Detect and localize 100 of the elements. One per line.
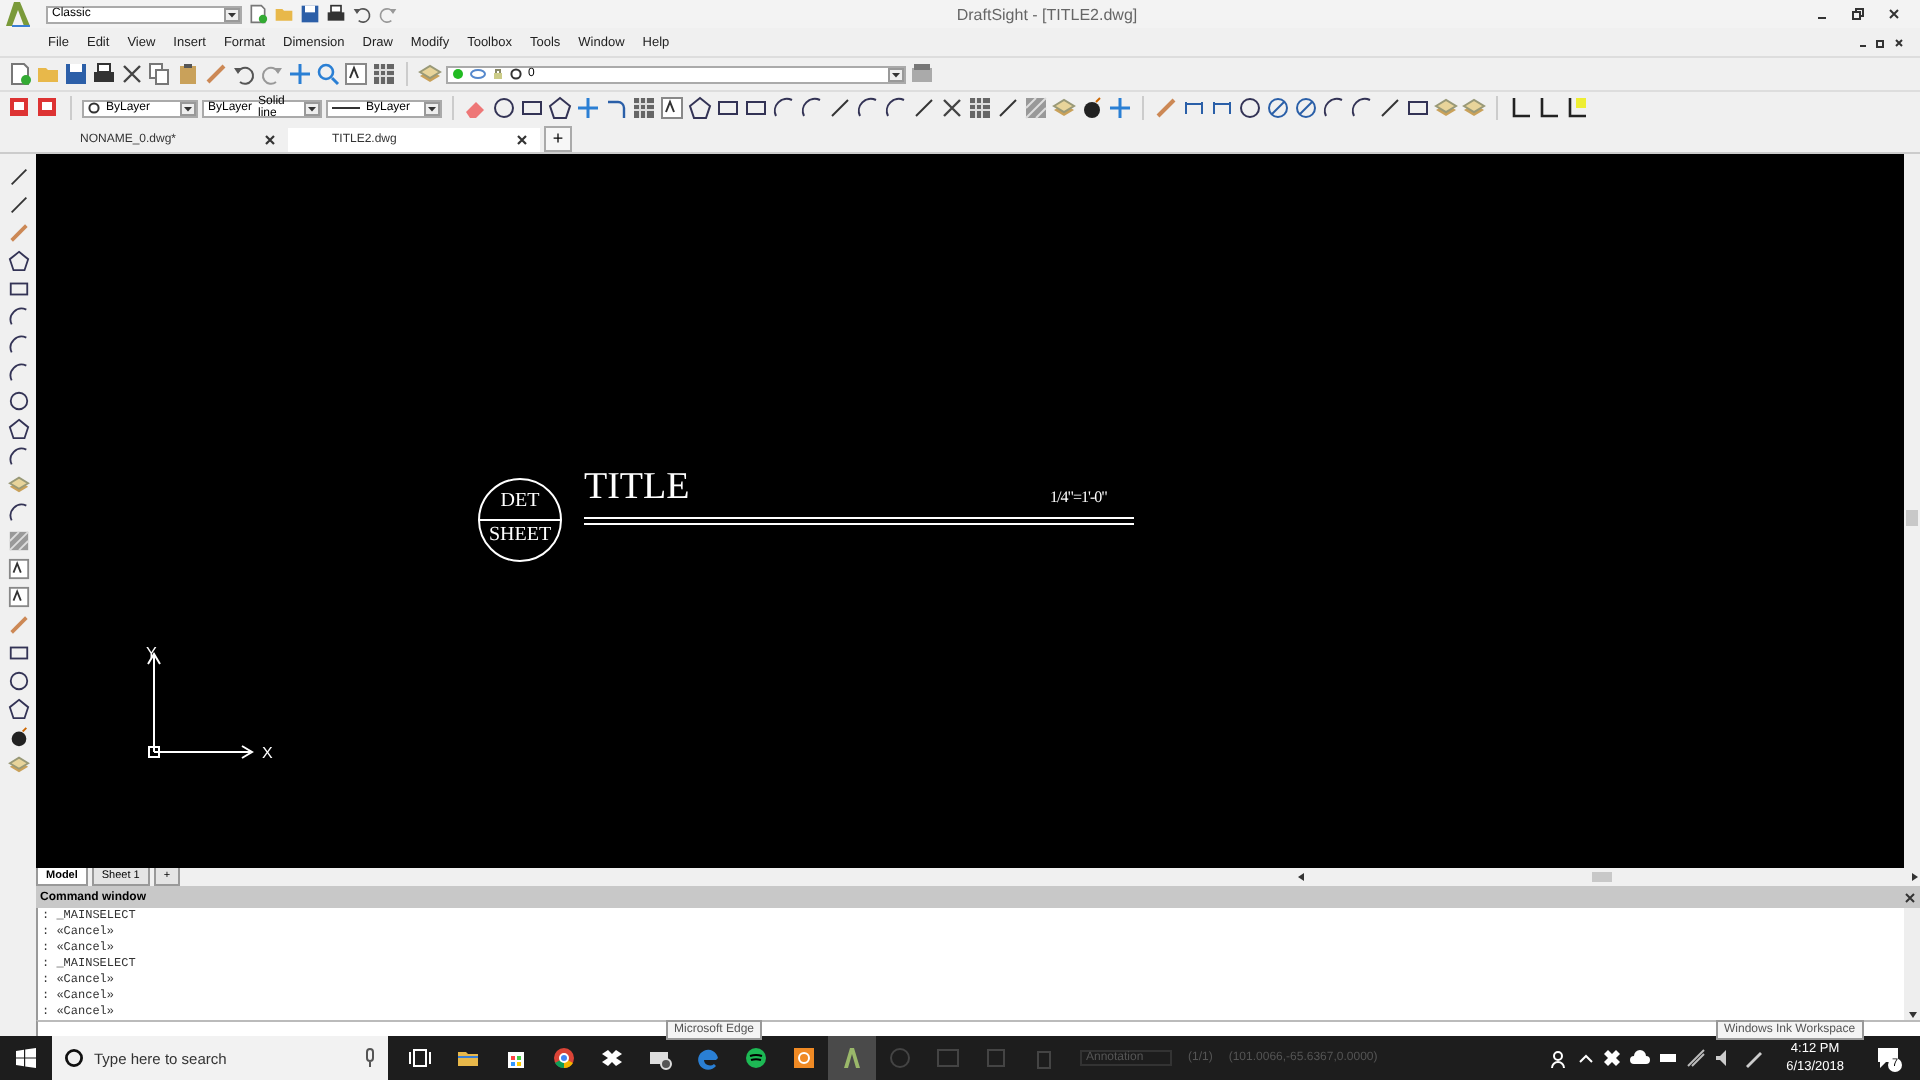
- grid-icon[interactable]: [968, 96, 992, 120]
- dimension-icon[interactable]: [1210, 96, 1234, 120]
- undo-icon[interactable]: [232, 62, 256, 86]
- caret-icon[interactable]: [1578, 1050, 1595, 1066]
- windows-logo-icon[interactable]: [16, 1048, 36, 1068]
- arc-icon[interactable]: [7, 362, 29, 384]
- axes-icon[interactable]: [1564, 96, 1588, 120]
- dropdown-arrow-icon[interactable]: [304, 101, 320, 115]
- polygon-icon[interactable]: [7, 418, 29, 440]
- dimension-circle-icon[interactable]: [1294, 96, 1318, 120]
- rectangle-icon[interactable]: [716, 96, 740, 120]
- bomb-icon[interactable]: [7, 726, 29, 748]
- arc-icon[interactable]: [772, 96, 796, 120]
- close-icon[interactable]: [1904, 891, 1916, 903]
- line-icon[interactable]: [996, 96, 1020, 120]
- new-document-icon[interactable]: [248, 4, 268, 24]
- document-icon[interactable]: [36, 96, 60, 120]
- new-tab-button[interactable]: +: [544, 126, 572, 152]
- layers-icon[interactable]: [910, 62, 934, 86]
- undo-icon[interactable]: [352, 4, 372, 24]
- arc-icon[interactable]: [7, 306, 29, 328]
- lock-icon[interactable]: [492, 68, 504, 80]
- text-icon[interactable]: [7, 586, 29, 608]
- task-view-icon[interactable]: [408, 1046, 432, 1070]
- circle-icon[interactable]: [7, 390, 29, 412]
- bomb-icon[interactable]: [1080, 96, 1104, 120]
- axes-icon[interactable]: [1536, 96, 1560, 120]
- polygon-icon[interactable]: [548, 96, 572, 120]
- arc-icon[interactable]: [884, 96, 908, 120]
- scissors-icon[interactable]: [940, 96, 964, 120]
- vertical-scrollbar[interactable]: [1904, 908, 1920, 1020]
- line-icon[interactable]: [7, 166, 29, 188]
- down-arrow-icon[interactable]: [1907, 1010, 1917, 1020]
- spotify-icon[interactable]: [744, 1046, 768, 1070]
- drawing-canvas[interactable]: DET SHEET TITLE 1/4"=1'-0" Y X: [36, 154, 1904, 868]
- bulb-icon[interactable]: [452, 68, 464, 80]
- arc-icon[interactable]: [800, 96, 824, 120]
- shopping-bag-icon[interactable]: [504, 1046, 528, 1070]
- dropdown-arrow-icon[interactable]: [224, 7, 240, 21]
- cloud-icon[interactable]: [1630, 1048, 1651, 1068]
- close-icon[interactable]: [264, 134, 276, 146]
- circle-icon[interactable]: [7, 670, 29, 692]
- line-icon[interactable]: [912, 96, 936, 120]
- dropdown-arrow-icon[interactable]: [888, 67, 904, 81]
- copy-icon[interactable]: [148, 62, 172, 86]
- grid-icon[interactable]: [632, 96, 656, 120]
- axes-icon[interactable]: [1508, 96, 1532, 120]
- corner-icon[interactable]: [604, 96, 628, 120]
- circle-icon[interactable]: [492, 96, 516, 120]
- layers-icon[interactable]: [418, 62, 442, 86]
- document-icon[interactable]: [8, 96, 32, 120]
- close-icon[interactable]: [1888, 8, 1900, 20]
- arc-icon[interactable]: [1322, 96, 1346, 120]
- arc-icon[interactable]: [1350, 96, 1374, 120]
- magnifier-icon[interactable]: [316, 62, 340, 86]
- restore-icon[interactable]: [1876, 37, 1886, 47]
- close-icon[interactable]: [1894, 37, 1904, 47]
- arc-icon[interactable]: [7, 446, 29, 468]
- polygon-icon[interactable]: [7, 250, 29, 272]
- printer-icon[interactable]: [326, 4, 346, 24]
- pencil-icon[interactable]: [1154, 96, 1178, 120]
- horizontal-scrollbar[interactable]: [1296, 870, 1920, 884]
- chrome-icon[interactable]: [552, 1046, 576, 1070]
- polygon-icon[interactable]: [7, 698, 29, 720]
- draftsight-icon[interactable]: [840, 1046, 864, 1070]
- layers-icon[interactable]: [1462, 96, 1486, 120]
- right-arrow-icon[interactable]: [1910, 872, 1920, 882]
- four-arrow-icon[interactable]: [576, 96, 600, 120]
- app-tile-icon[interactable]: [792, 1046, 816, 1070]
- line-icon[interactable]: [1378, 96, 1402, 120]
- line-icon[interactable]: [7, 194, 29, 216]
- rectangle-icon[interactable]: [520, 96, 544, 120]
- scroll-thumb[interactable]: [1592, 872, 1612, 882]
- four-arrow-icon[interactable]: [1108, 96, 1132, 120]
- close-icon[interactable]: [516, 134, 528, 146]
- scroll-thumb[interactable]: [1906, 510, 1918, 526]
- dropdown-arrow-icon[interactable]: [180, 101, 196, 115]
- line-icon[interactable]: [828, 96, 852, 120]
- grid-icon[interactable]: [372, 62, 396, 86]
- scissors-icon[interactable]: [120, 62, 144, 86]
- app-logo-icon[interactable]: [4, 0, 32, 28]
- polygon-icon[interactable]: [688, 96, 712, 120]
- rectangle-icon[interactable]: [1406, 96, 1430, 120]
- text-icon[interactable]: [660, 96, 684, 120]
- dropdown-arrow-icon[interactable]: [424, 101, 440, 115]
- people-icon[interactable]: [1550, 1048, 1571, 1068]
- text-icon[interactable]: [344, 62, 368, 86]
- left-arrow-icon[interactable]: [1296, 872, 1306, 882]
- rectangle-icon[interactable]: [7, 642, 29, 664]
- clipboard-icon[interactable]: [176, 62, 200, 86]
- arc-icon[interactable]: [856, 96, 880, 120]
- circle-icon[interactable]: [1238, 96, 1262, 120]
- four-arrow-icon[interactable]: [288, 62, 312, 86]
- text-icon[interactable]: [7, 558, 29, 580]
- restore-icon[interactable]: [1852, 8, 1864, 20]
- arc-icon[interactable]: [7, 502, 29, 524]
- edge-icon[interactable]: [696, 1046, 720, 1070]
- new-document-icon[interactable]: [8, 62, 32, 86]
- circle-icon[interactable]: [88, 102, 100, 114]
- command-input-field[interactable]: [36, 1020, 1920, 1036]
